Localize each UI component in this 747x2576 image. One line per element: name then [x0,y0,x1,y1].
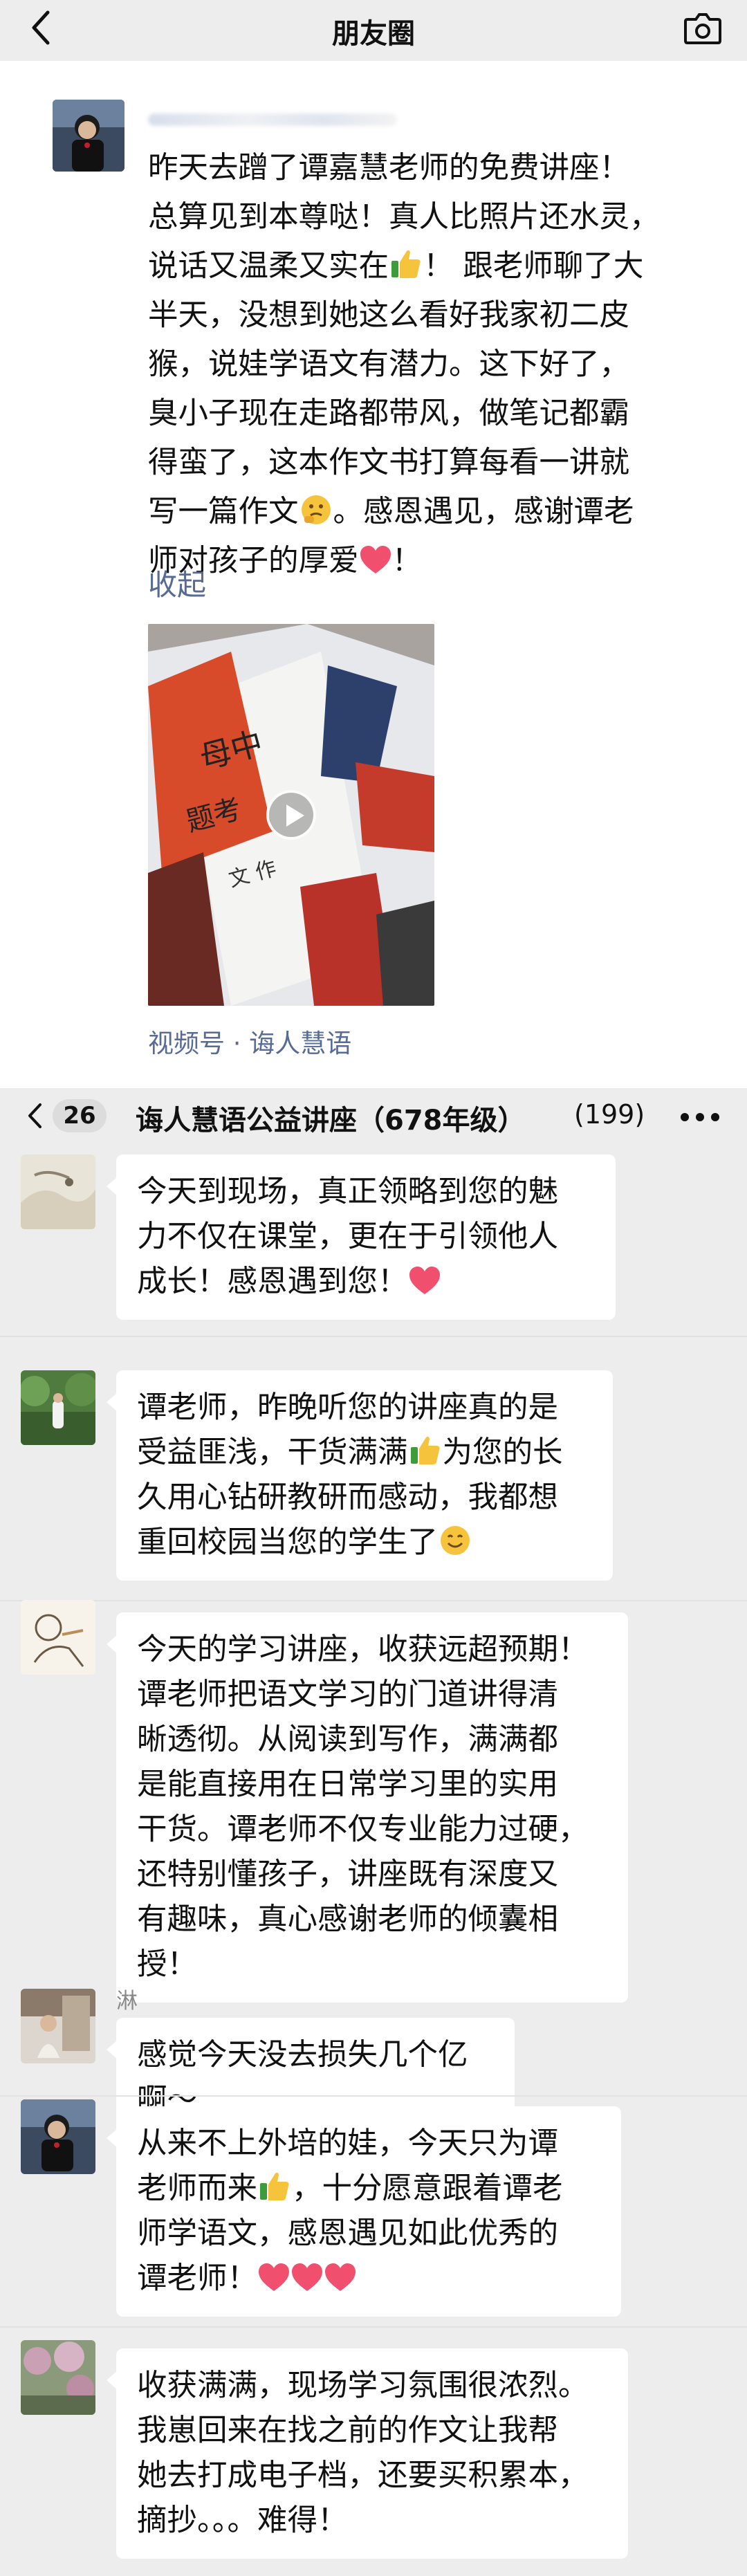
avatar[interactable] [21,1370,95,1445]
heart-emoji-icon [360,546,391,573]
poster-name-blurred[interactable] [148,105,439,133]
group-chat-section: 26 诲人慧语公益讲座（678年级） (199) 今天到现场，真正领略到您的魅 … [0,1088,747,2576]
thumbs-up-emoji-icon [391,250,421,278]
smile-emoji-icon [441,1526,470,1555]
video-thumbnail[interactable]: 母中 题考 文 作 [148,624,434,1006]
video-source-link[interactable]: 视频号 · 诲人慧语 [148,1022,351,1060]
thumbs-up-emoji-icon [410,1436,440,1464]
divider [0,1336,747,1337]
heart-emoji-icon [259,2263,289,2291]
heart-emoji-icon [409,1267,440,1294]
divider [0,1600,747,1601]
chat-bubble[interactable]: 谭老师，昨晚听您的讲座真的是 受益匪浅，干货满满 为您的长 久用心钻研教研而感动，… [107,1370,613,1581]
back-arrow-icon[interactable] [19,1098,50,1134]
group-title: 诲人慧语公益讲座（678年级） [136,1105,526,1137]
unread-count-badge[interactable]: 26 [53,1099,107,1132]
avatar[interactable] [21,2340,95,2415]
chat-bubble[interactable]: 从来不上外培的娃，今天只为谭 老师而来 ，十分愿意跟着谭老 师学语文，感恩遇见如此… [107,2106,621,2317]
post-text: 昨天去蹭了谭嘉慧老师的免费讲座！ 总算见到本尊哒！真人比照片还水灵， 说话又温柔… [148,151,660,578]
avatar[interactable] [21,1600,95,1675]
divider [0,2095,747,2097]
moments-header: 朋友圈 [0,0,747,61]
avatar[interactable] [21,1154,95,1229]
poster-avatar[interactable] [53,100,124,172]
heart-emoji-icon [292,2263,322,2291]
sender-name: 淋 [116,1989,138,2014]
play-icon[interactable] [266,790,316,840]
collapse-link[interactable]: 收起 [148,562,206,604]
member-count: (199) [574,1099,645,1130]
thinking-emoji-icon [301,495,331,524]
page-title: 朋友圈 [332,18,415,50]
thumbs-up-emoji-icon [260,2172,289,2200]
heart-emoji-icon [325,2263,356,2291]
moments-post-section: 朋友圈 昨天去蹭了谭嘉慧老师的免费讲座！ 总算见到本尊哒！真人比照片还水灵， 说… [0,0,747,1088]
chat-header: 26 诲人慧语公益讲座（678年级） (199) [0,1088,747,1143]
more-icon[interactable] [681,1113,719,1121]
chat-bubble[interactable]: 今天到现场，真正领略到您的魅 力不仅在课堂，更在于引领他人 成长！感恩遇到您！ [107,1154,616,1320]
camera-icon[interactable] [683,11,722,46]
chat-bubble[interactable]: 今天的学习讲座，收获远超预期！ 谭老师把语文学习的门道讲得清 晰透彻。从阅读到写… [107,1612,628,2003]
avatar[interactable] [21,1989,95,2063]
avatar[interactable] [21,2099,95,2174]
chat-bubble[interactable]: 收获满满，现场学习氛围很浓烈。 我崽回来在找之前的作文让我帮 她去打成电子档，还… [107,2348,628,2559]
divider [0,2326,747,2328]
